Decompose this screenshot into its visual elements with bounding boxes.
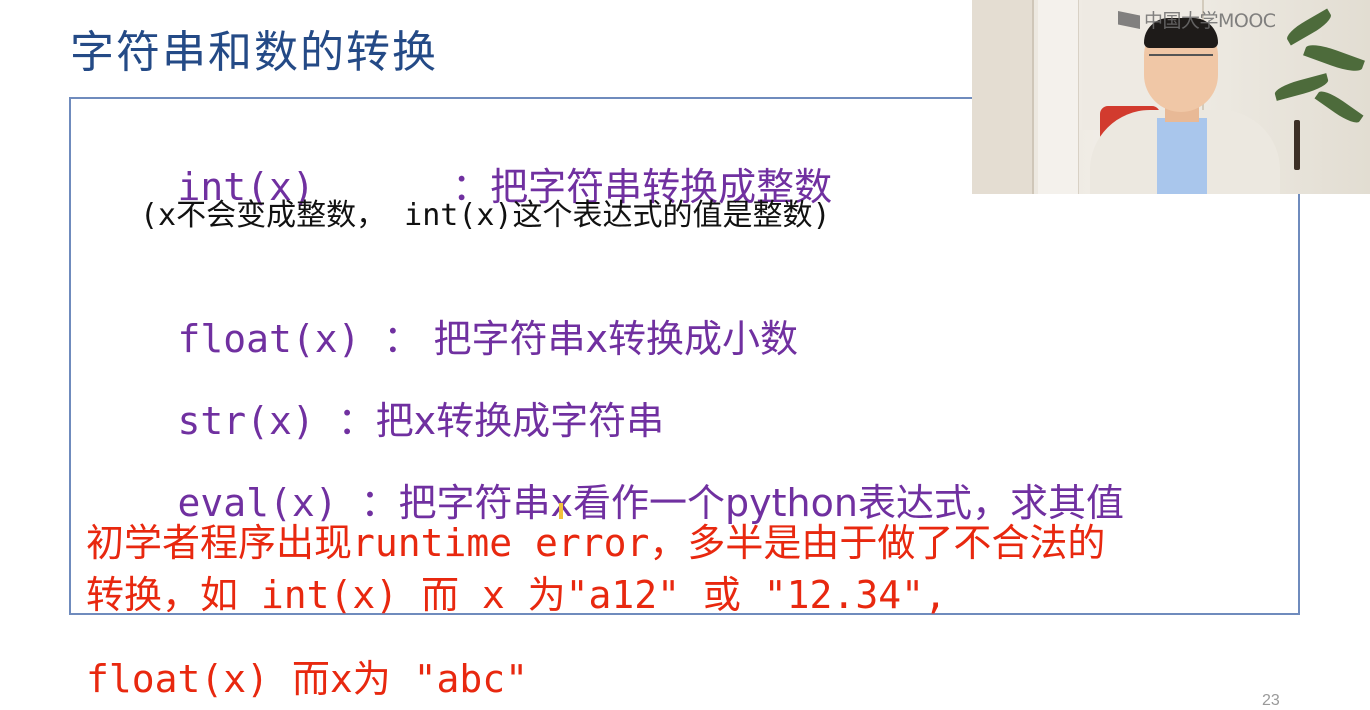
slide-title: 字符串和数的转换: [70, 27, 438, 78]
int-note: (x不会变成整数， int(x)这个表达式的值是整数): [140, 198, 831, 233]
plant-icon: [1264, 0, 1370, 170]
webcam-overlay: 中国大学MOOC: [972, 0, 1370, 194]
mooc-logo-text: 中国大学MOOC: [1144, 10, 1276, 32]
presenter-glasses: [1149, 54, 1213, 66]
mooc-logo: 中国大学MOOC: [1118, 6, 1276, 33]
mooc-logo-icon: [1118, 11, 1140, 29]
warning-line-1: 初学者程序出现runtime error，多半是由于做了不合法的: [86, 521, 1106, 565]
background-frame: [1038, 0, 1079, 194]
background-door: [972, 0, 1034, 194]
text-cursor: [559, 503, 563, 519]
presenter-shirt: [1157, 118, 1207, 194]
warning-line-2: 转换，如 int(x) 而 x 为"a12" 或 "12.34",: [86, 573, 947, 617]
page-number: 23: [1262, 692, 1280, 709]
warning-line-3: float(x) 而x为 "abc": [86, 657, 529, 701]
